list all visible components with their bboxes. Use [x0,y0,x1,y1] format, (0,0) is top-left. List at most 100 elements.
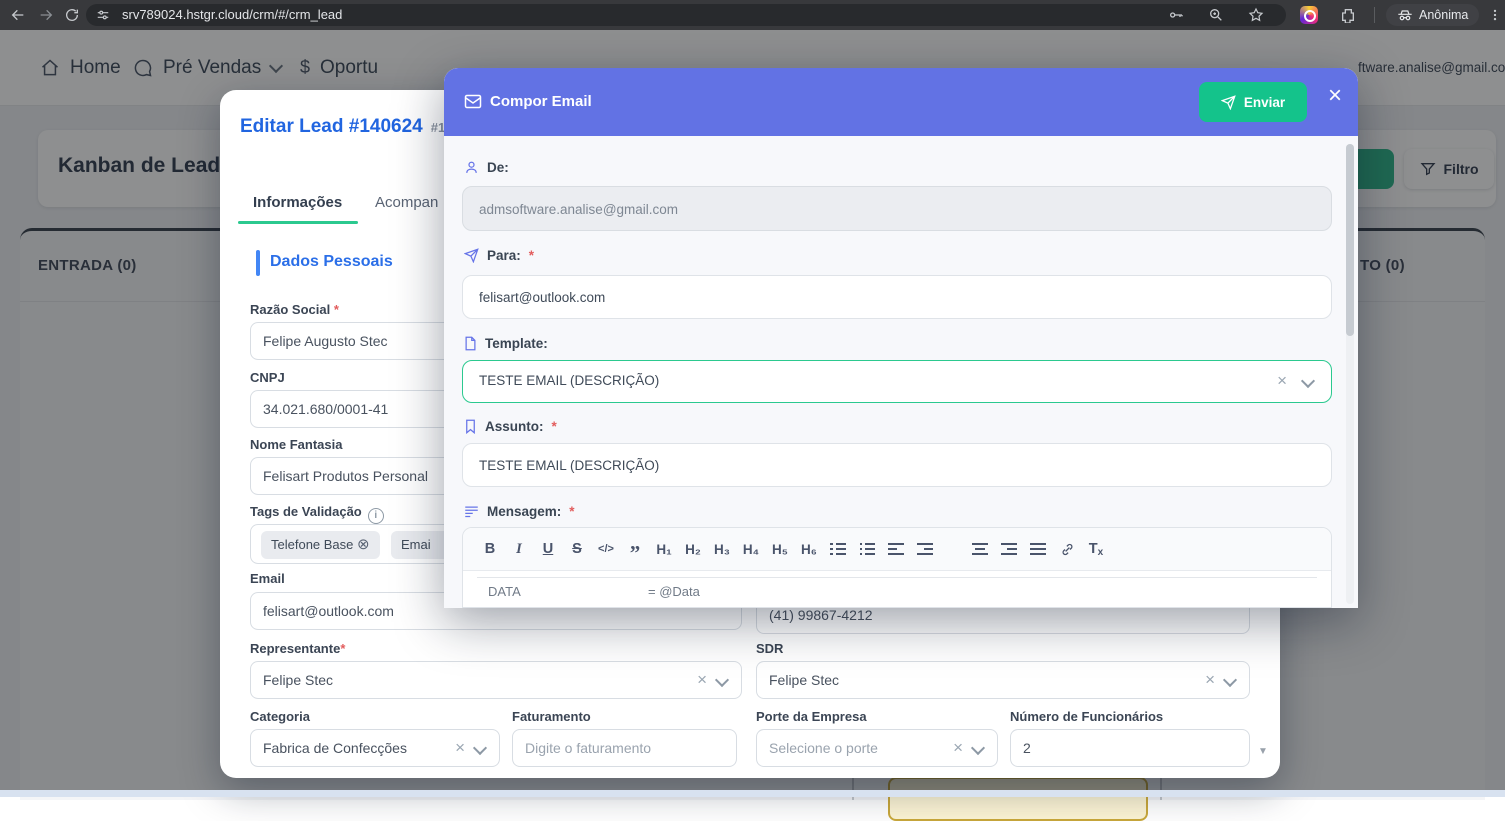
funcionarios-input[interactable]: 2 [1010,729,1250,767]
chevron-down-icon[interactable] [971,741,985,755]
section-title: Dados Pessoais [270,253,393,271]
bookmark-star-icon[interactable] [1248,7,1264,23]
de-label-row: De: [464,160,509,175]
mensagem-label-row: Mensagem: * [464,504,575,519]
bold-button[interactable]: B [479,537,501,561]
tab-informacoes[interactable]: Informações [253,194,342,211]
align-justify-button[interactable] [1027,537,1049,561]
align-center-button[interactable] [969,537,991,561]
representante-select[interactable]: Felipe Stec × [250,661,742,699]
clear-icon[interactable]: × [697,662,707,698]
categoria-select[interactable]: Fabrica de Confecções × [250,729,500,767]
address-bar[interactable]: srv789024.hstgr.cloud/crm/#/crm_lead [86,4,1286,26]
italic-button[interactable]: I [508,537,530,561]
template-select[interactable]: TESTE EMAIL (DESCRIÇÃO) × [462,360,1332,403]
chevron-down-icon[interactable] [1301,374,1315,388]
align-justify-icon [1030,543,1046,555]
close-icon[interactable]: × [1328,84,1342,108]
tab-acompanhamento[interactable]: Acompan [375,194,438,211]
send-button-label: Enviar [1244,95,1285,110]
porte-select[interactable]: Selecione o porte × [756,729,998,767]
person-icon [464,160,479,175]
h6-button[interactable]: H₆ [798,537,820,561]
assunto-label-row: Assunto: * [464,419,557,434]
forward-icon[interactable] [38,7,54,23]
compose-email-modal: Compor Email Enviar × De: admsoftware.an… [444,68,1358,608]
email-modal-scrollbar[interactable] [1346,144,1354,604]
incognito-label: Anônima [1419,8,1468,22]
compose-email-title: Compor Email [490,93,592,110]
info-icon[interactable]: i [368,508,384,524]
paper-plane-icon [1221,95,1236,110]
porte-label: Porte da Empresa [756,709,867,724]
h4-button[interactable]: H₄ [740,537,762,561]
clear-icon[interactable]: × [455,730,465,766]
clear-icon[interactable]: × [1205,662,1215,698]
message-editor[interactable]: B I U S </> ” H₁ H₂ H₃ H₄ H₅ H₆ Tx DATA … [462,527,1332,608]
indent-button[interactable] [914,537,936,561]
compose-email-header: Compor Email Enviar × [444,68,1358,136]
clear-format-button[interactable]: Tx [1085,537,1107,561]
cnpj-label: CNPJ [250,370,285,385]
back-icon[interactable] [10,7,26,23]
message-table-cell-key: DATA [488,584,521,599]
link-button[interactable] [1056,537,1078,561]
send-button[interactable]: Enviar [1199,82,1307,122]
sdr-select[interactable]: Felipe Stec × [756,661,1250,699]
message-table-border [477,577,1317,578]
chevron-down-icon[interactable] [1223,673,1237,687]
template-label-row: Template: [464,336,548,351]
blockquote-button[interactable]: ” [624,533,646,565]
clear-icon[interactable]: × [953,730,963,766]
strikethrough-button[interactable]: S [566,537,588,561]
browser-menu-icon[interactable] [1488,7,1502,23]
underline-button[interactable]: U [537,537,559,561]
categoria-label: Categoria [250,709,310,724]
url-text[interactable]: srv789024.hstgr.cloud/crm/#/crm_lead [122,4,342,26]
funcionarios-label: Número de Funcionários [1010,709,1163,724]
ordered-list-button[interactable] [827,537,849,561]
incognito-icon [1397,8,1413,22]
h5-button[interactable]: H₅ [769,537,791,561]
password-key-icon[interactable] [1168,7,1184,23]
faturamento-input[interactable]: Digite o faturamento [512,729,737,767]
active-tab-underline [238,221,358,224]
file-icon [464,336,477,351]
chevron-down-icon[interactable] [473,741,487,755]
zoom-icon[interactable] [1208,7,1224,23]
tag-remove-icon[interactable]: ⊗ [357,536,370,553]
unordered-list-button[interactable] [856,537,878,561]
site-settings-icon[interactable] [96,8,110,22]
h3-button[interactable]: H₃ [711,537,733,561]
sdr-label: SDR [756,641,783,656]
scrollbar-thumb[interactable] [1346,144,1354,336]
align-right-button[interactable] [998,537,1020,561]
toolbar-separator [1374,7,1375,23]
razao-social-label: Razão Social * [250,302,339,317]
scroll-down-arrow[interactable]: ▼ [1258,746,1268,757]
code-button[interactable]: </> [595,537,617,561]
ordered-list-icon [830,543,846,555]
reload-icon[interactable] [64,7,80,23]
chevron-down-icon[interactable] [715,673,729,687]
browser-toolbar: srv789024.hstgr.cloud/crm/#/crm_lead Anô… [0,0,1505,30]
assunto-input[interactable]: TESTE EMAIL (DESCRIÇÃO) [462,443,1332,487]
de-input: admsoftware.analise@gmail.com [462,186,1332,231]
tag-telefone-base[interactable]: Telefone Base ⊗ [261,531,380,559]
h1-button[interactable]: H₁ [653,537,675,561]
extensions-icon[interactable] [1340,7,1356,23]
para-input[interactable]: felisart@outlook.com [462,275,1332,319]
bookmark-icon [464,419,477,434]
h2-button[interactable]: H₂ [682,537,704,561]
message-table-cell-value: = @Data [648,584,700,599]
incognito-profile-chip[interactable]: Anônima [1386,4,1479,26]
clear-icon[interactable]: × [1277,361,1287,401]
representante-label: Representante* [250,641,345,656]
align-center-icon [972,543,988,555]
email-label: Email [250,571,285,586]
editor-toolbar: B I U S </> ” H₁ H₂ H₃ H₄ H₅ H₆ Tx [463,528,1331,571]
paragraph-icon [464,505,479,518]
outdent-button[interactable] [885,537,907,561]
extension-app-icon[interactable] [1300,6,1318,24]
paper-plane-icon [464,248,479,263]
